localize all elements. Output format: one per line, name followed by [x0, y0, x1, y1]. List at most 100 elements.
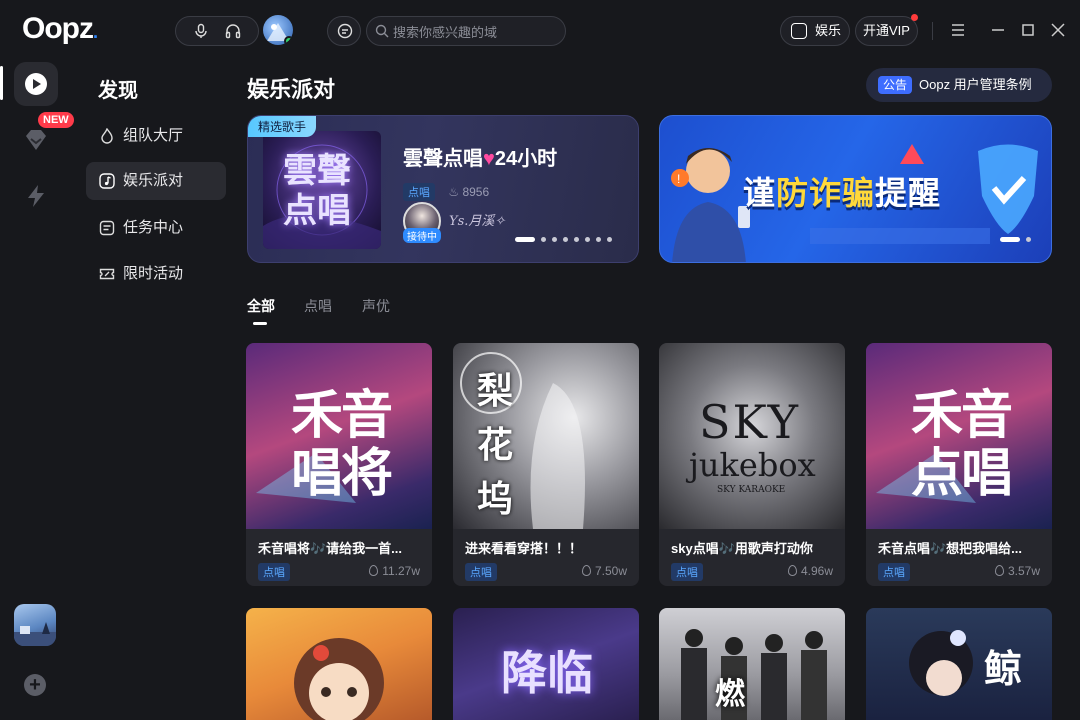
- featured-cover-image: 雲聲点唱: [263, 131, 381, 249]
- category-chip: 点唱: [403, 183, 435, 201]
- promo-carousel-dots[interactable]: [1000, 237, 1031, 242]
- sidebar-item-label: 任务中心: [123, 219, 184, 236]
- host-status-tag: 接待中: [403, 228, 441, 243]
- room-cover-image: 禾音唱将: [246, 343, 432, 529]
- add-server-button[interactable]: +: [24, 674, 46, 696]
- room-cover-image: 梨花坞: [453, 343, 639, 529]
- messages-button[interactable]: [327, 16, 361, 46]
- featured-count: 8956: [462, 185, 490, 199]
- carousel-dots[interactable]: [515, 237, 612, 242]
- sidebar-item-label: 娱乐派对: [123, 172, 184, 189]
- search-box[interactable]: [366, 16, 566, 46]
- fire-icon: [994, 565, 1004, 576]
- room-card[interactable]: 禾音唱将 禾音唱将🎶请给我一首... 点唱 11.27w: [246, 343, 432, 586]
- notification-dot: [911, 14, 918, 21]
- gem-icon: [26, 130, 46, 150]
- featured-singer-banner[interactable]: 雲聲点唱 精选歌手 雲聲点唱♥24小时 点唱 ♨ 8956 接待中 Ys.月溪✧: [247, 115, 639, 263]
- vip-button[interactable]: 开通VIP: [855, 14, 918, 46]
- search-input[interactable]: [393, 23, 561, 41]
- announcement-bar[interactable]: 公告 Oopz 用户管理条例: [866, 68, 1052, 102]
- rail-user-avatar[interactable]: [14, 604, 56, 646]
- chat-bubble-icon: [337, 23, 353, 39]
- featured-meta: 点唱 ♨ 8956: [403, 183, 489, 201]
- top-bar: Oopz. 娱乐 开通VIP: [0, 0, 1080, 62]
- tab-karaoke[interactable]: 点唱: [304, 296, 332, 316]
- fire-icon: [581, 565, 591, 576]
- svg-text:!: !: [677, 172, 680, 186]
- room-cover-image: 降临: [501, 646, 593, 700]
- room-popularity: 7.50w: [581, 564, 627, 578]
- task-list-icon: [99, 220, 115, 236]
- ticket-icon: [99, 268, 115, 280]
- room-popularity: 11.27w: [369, 564, 420, 578]
- room-card[interactable]: 鲸: [866, 608, 1052, 720]
- minimize-icon[interactable]: [988, 20, 1008, 40]
- announcement-tag: 公告: [878, 76, 913, 94]
- online-status-indicator: [284, 36, 293, 45]
- featured-tag: 精选歌手: [248, 116, 317, 137]
- room-card[interactable]: 降临: [453, 608, 639, 720]
- rail-events[interactable]: [14, 174, 58, 218]
- room-title: 进来看看穿搭！！！: [465, 541, 583, 556]
- close-icon[interactable]: [1048, 20, 1068, 40]
- featured-title: 雲聲点唱♥24小时: [403, 148, 558, 170]
- rail-discover[interactable]: [14, 62, 58, 106]
- room-cover-image: SKY jukebox SKY KARAOKE: [659, 343, 845, 529]
- room-card[interactable]: 燃: [659, 608, 845, 720]
- page-title: 娱乐派对: [247, 77, 336, 102]
- sidebar-title: 发现: [98, 80, 138, 102]
- room-popularity: 3.57w: [994, 564, 1040, 578]
- sidebar-item-label: 组队大厅: [123, 127, 184, 144]
- room-title: 禾音唱将🎶请给我一首...: [258, 541, 403, 556]
- room-cover-image: [294, 638, 384, 720]
- tab-voice-actor[interactable]: 声优: [362, 296, 390, 316]
- room-card[interactable]: [246, 608, 432, 720]
- room-cover-image: [681, 629, 827, 720]
- menu-icon[interactable]: [948, 20, 968, 40]
- sidebar-item-team-hall[interactable]: 组队大厅: [86, 117, 226, 155]
- new-badge: NEW: [38, 112, 74, 128]
- discover-icon: [25, 73, 47, 95]
- voice-controls: [175, 16, 259, 46]
- room-cover-image: 禾音点唱: [866, 343, 1052, 529]
- sidebar-item-tasks[interactable]: 任务中心: [86, 209, 226, 247]
- app-logo[interactable]: Oopz.: [22, 12, 98, 46]
- user-avatar[interactable]: [263, 15, 293, 45]
- lightning-icon: [28, 185, 44, 207]
- room-category-chip: 点唱: [671, 563, 703, 581]
- room-category-chip: 点唱: [878, 563, 910, 581]
- sidebar-item-party[interactable]: 娱乐派对: [86, 162, 226, 200]
- flame-icon: [101, 128, 113, 144]
- search-icon: [375, 24, 389, 38]
- fire-icon: ♨: [448, 185, 460, 199]
- sidebar-item-limited-events[interactable]: 限时活动: [86, 255, 226, 293]
- room-title: sky点唱🎶用歌声打动你: [671, 541, 813, 556]
- entertainment-button[interactable]: 娱乐: [780, 16, 850, 46]
- fire-icon: [369, 565, 379, 576]
- divider: [932, 22, 933, 40]
- maximize-icon[interactable]: [1018, 20, 1038, 40]
- microphone-icon[interactable]: [193, 23, 209, 39]
- announcement-text: Oopz 用户管理条例: [919, 77, 1032, 92]
- fire-icon: [787, 565, 797, 576]
- room-card[interactable]: 禾音点唱 禾音点唱🎶想把我唱给... 点唱 3.57w: [866, 343, 1052, 586]
- room-category-chip: 点唱: [465, 563, 497, 581]
- vip-label: 开通VIP: [863, 23, 910, 38]
- anti-fraud-banner[interactable]: ! 谨防诈骗提醒: [659, 115, 1052, 263]
- sidebar-item-label: 限时活动: [123, 265, 184, 282]
- heart-icon: ♥: [483, 148, 495, 170]
- room-popularity: 4.96w: [787, 564, 833, 578]
- host-name: Ys.月溪✧: [449, 214, 506, 229]
- tab-all[interactable]: 全部: [247, 296, 275, 316]
- entertainment-label: 娱乐: [815, 23, 842, 38]
- music-note-icon: [791, 23, 807, 39]
- promo-text: 谨防诈骗提醒: [743, 175, 942, 211]
- music-note-icon: [99, 173, 115, 189]
- room-cover-image: [909, 630, 973, 696]
- room-category-chip: 点唱: [258, 563, 290, 581]
- tab-active-underline: [253, 322, 267, 325]
- room-card[interactable]: SKY jukebox SKY KARAOKE sky点唱🎶用歌声打动你 点唱 …: [659, 343, 845, 586]
- room-title: 禾音点唱🎶想把我唱给...: [878, 541, 1023, 556]
- room-card[interactable]: 梨花坞 进来看看穿搭！！！ 点唱 7.50w: [453, 343, 639, 586]
- headphones-icon[interactable]: [225, 23, 241, 39]
